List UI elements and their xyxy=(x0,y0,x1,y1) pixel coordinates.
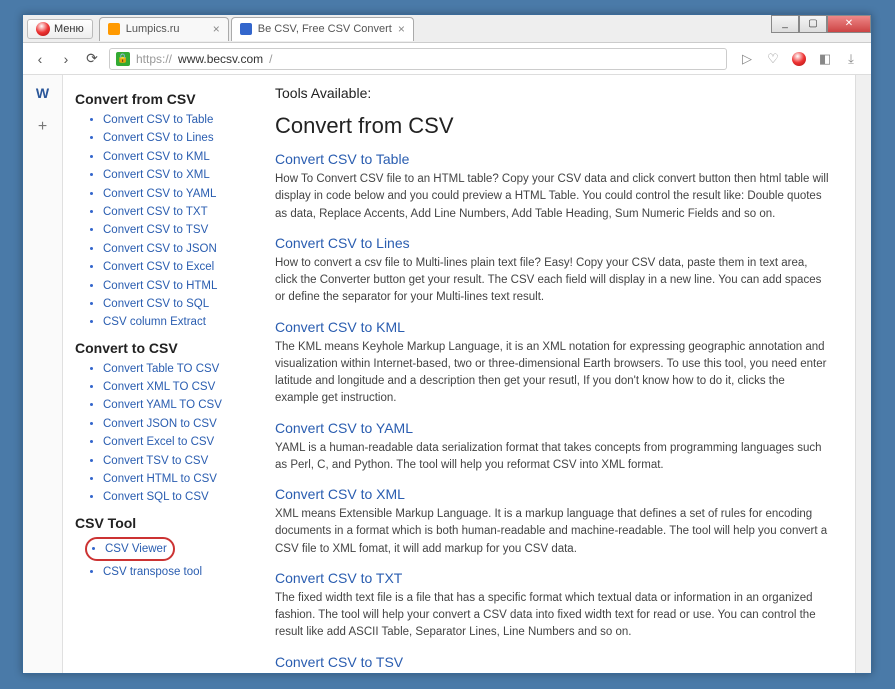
lock-icon: 🔒 xyxy=(116,52,130,66)
opera-menu-button[interactable]: Меню xyxy=(27,19,93,39)
section-body: XML means Extensible Markup Language. It… xyxy=(275,506,831,558)
nav-link[interactable]: Convert CSV to XML xyxy=(103,169,210,181)
main-column: Tools Available: Convert from CSV Conver… xyxy=(275,85,851,673)
tab-label: Be CSV, Free CSV Convert xyxy=(258,23,392,35)
csv-viewer-highlight: CSV Viewer xyxy=(85,537,175,561)
scrollbar[interactable] xyxy=(855,75,871,673)
section-heading-link[interactable]: Convert CSV to Lines xyxy=(275,235,831,251)
favicon-icon xyxy=(108,23,120,35)
section-heading-link[interactable]: Convert CSV to YAML xyxy=(275,420,831,436)
nav-link[interactable]: Convert CSV to JSON xyxy=(103,243,217,255)
tools-available-label: Tools Available: xyxy=(275,85,831,101)
section-heading-link[interactable]: Convert CSV to TSV xyxy=(275,654,831,670)
section-body: How to convert a csv file to Multi-lines… xyxy=(275,255,831,307)
url-host: www.becsv.com xyxy=(178,52,263,66)
nav-link[interactable]: Convert CSV to KML xyxy=(103,151,210,163)
section-body: The fixed width text file is a file that… xyxy=(275,590,831,642)
address-input[interactable]: 🔒 https:// www.becsv.com / xyxy=(109,48,727,70)
nav-link[interactable]: Convert CSV to HTML xyxy=(103,280,217,292)
nav-link[interactable]: Convert CSV to Excel xyxy=(103,261,214,273)
section-heading-link[interactable]: Convert CSV to KML xyxy=(275,319,831,335)
section-body: How To Convert CSV file to an HTML table… xyxy=(275,171,831,223)
nav-link[interactable]: Convert Excel to CSV xyxy=(103,436,214,448)
nav-link[interactable]: Convert Table TO CSV xyxy=(103,363,219,375)
nav-link[interactable]: Convert YAML TO CSV xyxy=(103,399,222,411)
section-heading-link[interactable]: Convert CSV to XML xyxy=(275,486,831,502)
nav-link[interactable]: Convert JSON to CSV xyxy=(103,418,217,430)
csv-viewer-link[interactable]: CSV Viewer xyxy=(105,543,167,555)
heading-convert-from: Convert from CSV xyxy=(75,91,255,107)
opera-badge-icon[interactable] xyxy=(791,51,807,67)
reload-button[interactable]: ⟳ xyxy=(83,50,101,68)
window-controls: _ ▢ ✕ xyxy=(771,15,871,33)
convert-from-list: Convert CSV to Table Convert CSV to Lines… xyxy=(75,111,255,332)
extension-icon[interactable]: ◧ xyxy=(817,51,833,67)
section-heading-link[interactable]: Convert CSV to Table xyxy=(275,151,831,167)
heading-convert-to: Convert to CSV xyxy=(75,340,255,356)
back-button[interactable]: ‹ xyxy=(31,50,49,68)
tabs-bar: Меню Lumpics.ru × Be CSV, Free CSV Conve… xyxy=(23,15,871,43)
tab-becsv[interactable]: Be CSV, Free CSV Convert × xyxy=(231,17,414,41)
section-heading-link[interactable]: Convert CSV to TXT xyxy=(275,570,831,586)
nav-link[interactable]: Convert CSV to Table xyxy=(103,114,213,126)
url-path: / xyxy=(269,52,272,66)
nav-link[interactable]: Convert TSV to CSV xyxy=(103,455,208,467)
convert-to-list: Convert Table TO CSV Convert XML TO CSV Co… xyxy=(75,360,255,507)
bookmark-icon[interactable]: ♡ xyxy=(765,51,781,67)
nav-link[interactable]: Convert XML TO CSV xyxy=(103,381,215,393)
minimize-button[interactable]: _ xyxy=(771,15,799,33)
nav-link[interactable]: Convert SQL to CSV xyxy=(103,491,209,503)
nav-link[interactable]: Convert HTML to CSV xyxy=(103,473,217,485)
send-icon[interactable]: ▷ xyxy=(739,51,755,67)
toolbar-right-icons: ▷ ♡ ◧ ⤓ xyxy=(735,51,863,67)
heading-csv-tool: CSV Tool xyxy=(75,515,255,531)
word-app-icon[interactable]: W xyxy=(33,83,53,103)
tab-close-icon[interactable]: × xyxy=(398,22,405,36)
opera-icon xyxy=(36,22,50,36)
nav-link[interactable]: CSV column Extract xyxy=(103,316,206,328)
address-bar-row: ‹ › ⟳ 🔒 https:// www.becsv.com / ▷ ♡ ◧ ⤓ xyxy=(23,43,871,75)
url-protocol: https:// xyxy=(136,52,172,66)
tab-label: Lumpics.ru xyxy=(126,23,180,35)
forward-button[interactable]: › xyxy=(57,50,75,68)
section-body: YAML is a human-readable data serializat… xyxy=(275,440,831,475)
close-button[interactable]: ✕ xyxy=(827,15,871,33)
download-icon[interactable]: ⤓ xyxy=(843,51,859,67)
add-icon[interactable]: + xyxy=(33,117,53,137)
menu-label: Меню xyxy=(54,23,84,35)
sidebar-strip: W + xyxy=(23,75,63,673)
nav-link[interactable]: Convert CSV to TSV xyxy=(103,224,208,236)
nav-link[interactable]: Convert CSV to Lines xyxy=(103,132,214,144)
page-content[interactable]: Convert from CSV Convert CSV to TableCon… xyxy=(63,75,855,673)
nav-column: Convert from CSV Convert CSV to TableCon… xyxy=(75,85,255,673)
csv-transpose-link[interactable]: CSV transpose tool xyxy=(103,566,202,578)
browser-window: _ ▢ ✕ Меню Lumpics.ru × Be CSV, Free CSV… xyxy=(22,14,872,674)
tab-lumpics[interactable]: Lumpics.ru × xyxy=(99,17,229,41)
nav-link[interactable]: Convert CSV to SQL xyxy=(103,298,209,310)
favicon-icon xyxy=(240,23,252,35)
page-title: Convert from CSV xyxy=(275,113,831,139)
section-body: The KML means Keyhole Markup Language, i… xyxy=(275,339,831,408)
maximize-button[interactable]: ▢ xyxy=(799,15,827,33)
nav-link[interactable]: Convert CSV to YAML xyxy=(103,188,216,200)
content-area: W + Convert from CSV Convert CSV to Tabl… xyxy=(23,75,871,673)
tab-close-icon[interactable]: × xyxy=(213,22,220,36)
nav-link[interactable]: Convert CSV to TXT xyxy=(103,206,208,218)
